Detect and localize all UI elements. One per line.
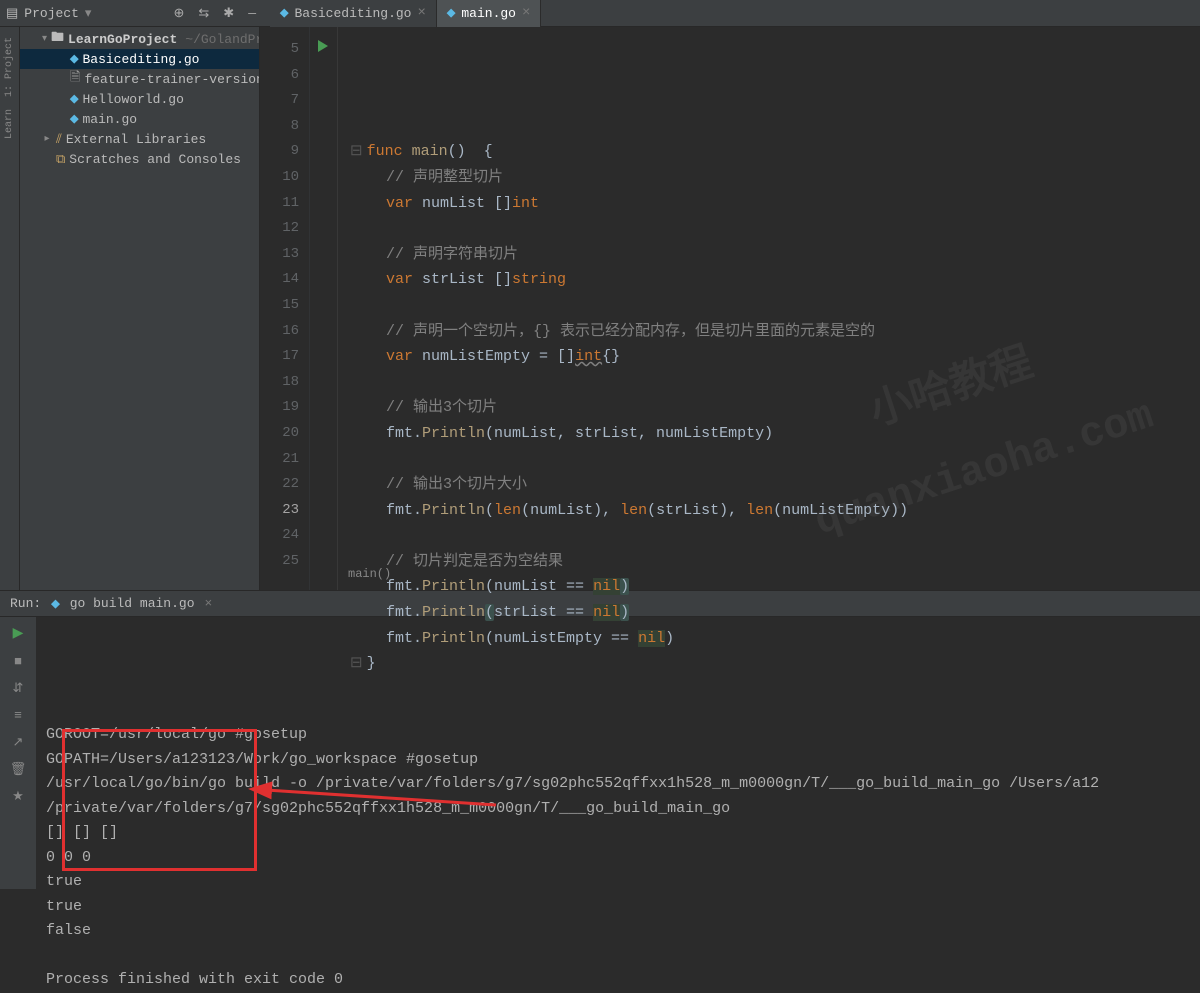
tree-file[interactable]: ◆ Basicediting.go <box>20 49 259 69</box>
console-line: true <box>46 895 1190 920</box>
tree-item-label: Scratches and Consoles <box>69 152 241 167</box>
console-line: Process finished with exit code 0 <box>46 968 1190 993</box>
code-line[interactable] <box>350 447 1200 473</box>
code-line[interactable] <box>350 216 1200 242</box>
gear-icon[interactable]: ✱ <box>223 6 234 21</box>
go-file-icon: ◆ <box>280 6 288 20</box>
text-file-icon: 🗎 <box>70 69 80 89</box>
tab-label: main.go <box>461 6 516 21</box>
tree-root[interactable]: ▾ 🖿 LearnGoProject ~/GolandProjects <box>20 29 259 49</box>
chevron-down-icon: ▾ <box>42 33 47 45</box>
run-title: Run: <box>10 596 41 611</box>
close-icon[interactable]: × <box>522 5 530 21</box>
main-toolbar: ▤ Project ▾ ⊕ ⇆ ✱ — ◆ Basicediting.go × … <box>0 0 1200 27</box>
run-config-name[interactable]: go build main.go <box>70 596 195 611</box>
code-line[interactable]: var strList []string <box>350 267 1200 293</box>
tree-external-libraries[interactable]: ▸ ⫽ External Libraries <box>20 129 259 149</box>
layout-icon[interactable]: ⇵ <box>13 681 24 696</box>
line-gutter: 5678910111213141516171819202122232425 <box>260 27 310 590</box>
code-line[interactable]: // 输出3个切片 <box>350 395 1200 421</box>
code-line[interactable]: fmt.Println(len(numList), len(strList), … <box>350 498 1200 524</box>
chevron-down-icon: ▾ <box>85 6 92 21</box>
code-line[interactable]: fmt.Println(numList == nil) <box>350 574 1200 600</box>
left-tool-rail: 1: Project Learn <box>0 27 20 590</box>
code-line[interactable]: var numListEmpty = []int{} <box>350 344 1200 370</box>
code-line[interactable]: // 声明字符串切片 <box>350 242 1200 268</box>
folder-icon: 🖿 <box>51 29 64 49</box>
go-file-icon: ◆ <box>70 92 78 106</box>
console-line: [] [] [] <box>46 821 1190 846</box>
editor[interactable]: 5678910111213141516171819202122232425 小哈… <box>260 27 1200 590</box>
scratches-icon: ⧉ <box>56 152 65 167</box>
console-line: 0 0 0 <box>46 846 1190 871</box>
stop-icon[interactable]: ■ <box>14 654 22 669</box>
filter-icon[interactable]: ≡ <box>14 708 22 723</box>
code-line[interactable]: ⊟func main() { <box>350 139 1200 165</box>
console-line: GOROOT=/usr/local/go #gosetup <box>46 723 1190 748</box>
tree-item-path: ~/GolandProjects <box>185 32 259 47</box>
project-tree-panel: ▾ 🖿 LearnGoProject ~/GolandProjects ◆ Ba… <box>20 27 260 590</box>
rerun-icon[interactable]: ▶ <box>13 625 24 642</box>
tree-item-label: feature-trainer-version.txt <box>84 72 259 87</box>
console-line: false <box>46 919 1190 944</box>
tree-item-label: main.go <box>82 112 137 127</box>
code-line[interactable]: // 声明一个空切片，{} 表示已经分配内存，但是切片里面的元素是空的 <box>350 319 1200 345</box>
pin-icon[interactable]: ★ <box>12 789 24 804</box>
code-line[interactable]: var numList []int <box>350 191 1200 217</box>
go-file-icon: ◆ <box>447 6 455 20</box>
go-file-icon: ◆ <box>51 597 59 611</box>
tree-item-label: Helloworld.go <box>82 92 183 107</box>
code-line[interactable] <box>350 523 1200 549</box>
code-line[interactable]: // 切片判定是否为空结果 <box>350 549 1200 575</box>
tab-main[interactable]: ◆ main.go × <box>437 0 541 27</box>
settings-icon[interactable]: ⇆ <box>198 6 209 21</box>
run-gutter <box>310 27 338 590</box>
code-line[interactable] <box>350 370 1200 396</box>
learn-tool-button[interactable]: Learn <box>4 109 15 139</box>
tree-item-label: External Libraries <box>66 132 206 147</box>
console-line: /usr/local/go/bin/go build -o /private/v… <box>46 772 1190 797</box>
console-line: true <box>46 870 1190 895</box>
breadcrumb[interactable]: main() <box>338 560 401 590</box>
code-line[interactable]: // 输出3个切片大小 <box>350 472 1200 498</box>
tab-basicediting[interactable]: ◆ Basicediting.go × <box>270 0 437 27</box>
code-line[interactable]: // 声明整型切片 <box>350 165 1200 191</box>
run-actions-rail: ▶ ■ ⇵ ≡ ↗ 🗑 ★ <box>0 617 36 889</box>
console-line <box>46 944 1190 969</box>
run-tool-window: Run: ◆ go build main.go × ▶ ■ ⇵ ≡ ↗ 🗑 ★ … <box>0 590 1200 889</box>
collapse-icon[interactable]: — <box>248 6 256 21</box>
close-icon[interactable]: × <box>418 5 426 21</box>
code-area[interactable]: 小哈教程 quanxiaoha.com ⊟func main() { // 声明… <box>338 27 1200 590</box>
trash-icon[interactable]: 🗑 <box>10 762 27 777</box>
console-line: /private/var/folders/g7/sg02phc552qffxx1… <box>46 797 1190 822</box>
close-icon[interactable]: × <box>205 596 213 611</box>
console-output[interactable]: GOROOT=/usr/local/go #gosetupGOPATH=/Use… <box>36 617 1200 889</box>
tree-file[interactable]: 🗎 feature-trainer-version.txt <box>20 69 259 89</box>
target-icon[interactable]: ⊕ <box>173 6 184 21</box>
go-file-icon: ◆ <box>70 52 78 66</box>
go-file-icon: ◆ <box>70 112 78 126</box>
code-line[interactable]: fmt.Println(numList, strList, numListEmp… <box>350 421 1200 447</box>
export-icon[interactable]: ↗ <box>13 735 24 750</box>
chevron-right-icon: ▸ <box>42 133 52 145</box>
tab-label: Basicediting.go <box>294 6 411 21</box>
project-label: Project <box>24 6 79 21</box>
editor-tabs: ◆ Basicediting.go × ◆ main.go × <box>270 0 541 27</box>
project-icon: ▤ <box>6 6 18 21</box>
tree-item-label: Basicediting.go <box>82 52 199 67</box>
project-selector[interactable]: ▤ Project ▾ <box>6 6 91 21</box>
tree-file[interactable]: ◆ Helloworld.go <box>20 89 259 109</box>
library-icon: ⫽ <box>56 132 62 147</box>
project-tool-button[interactable]: 1: Project <box>4 37 15 97</box>
run-line-icon[interactable] <box>318 40 328 52</box>
tree-file[interactable]: ◆ main.go <box>20 109 259 129</box>
tree-item-label: LearnGoProject <box>68 32 177 47</box>
tree-scratches[interactable]: ⧉ Scratches and Consoles <box>20 149 259 169</box>
code-line[interactable] <box>350 293 1200 319</box>
console-line: GOPATH=/Users/a123123/Work/go_workspace … <box>46 748 1190 773</box>
